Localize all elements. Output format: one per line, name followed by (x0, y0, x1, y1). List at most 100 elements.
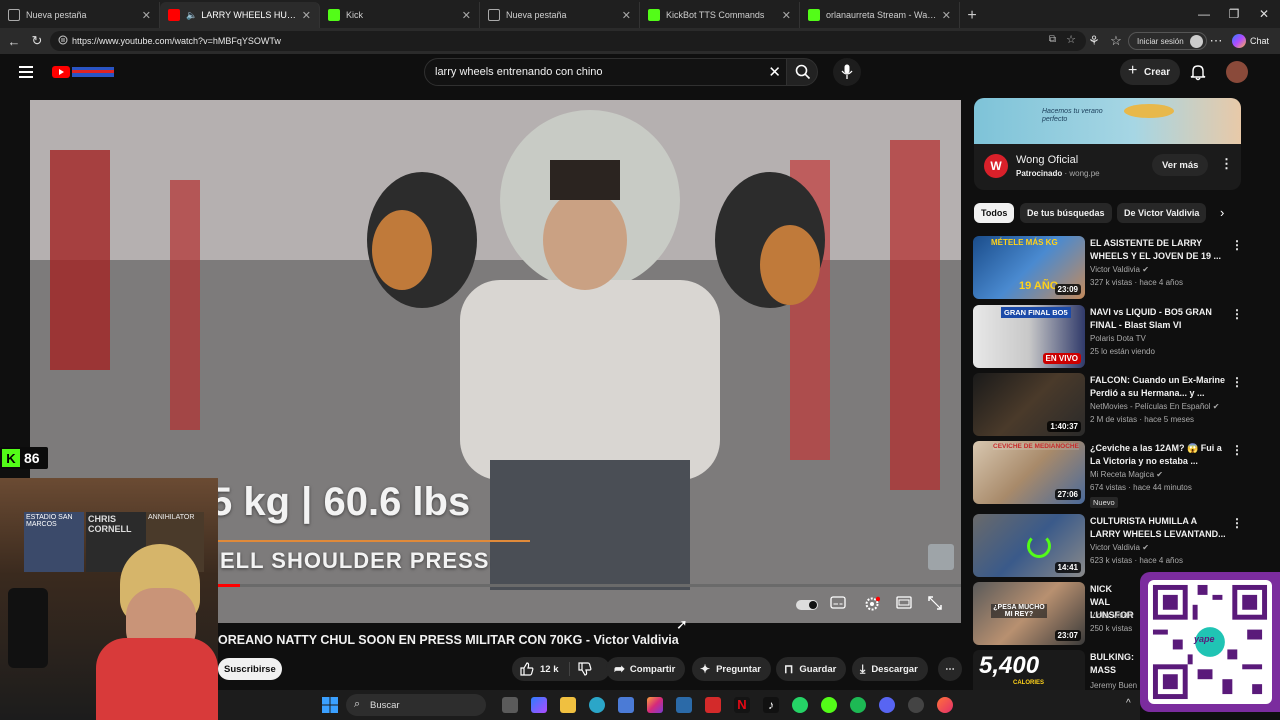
search-button[interactable] (786, 58, 818, 86)
more-vertical-icon[interactable]: ⋮ (1231, 375, 1243, 389)
video-thumbnail[interactable]: ¿PESA MUCHO MI REY? 23:07 (973, 582, 1085, 645)
recommendation-item[interactable]: CEVICHE DE MEDIANOCHE 27:06 ¿Ceviche a l… (973, 441, 1243, 508)
browser-tab-active[interactable]: 🔈 LARRY WHEELS HUMILLA AL CHINO ✕ (160, 2, 320, 28)
whatsapp-icon[interactable] (792, 697, 808, 713)
minimize-button[interactable]: — (1188, 0, 1220, 28)
channel-watermark[interactable] (928, 544, 954, 570)
recommendation-item[interactable]: 1:40:37 FALCON: Cuando un Ex-Marine Perd… (973, 373, 1243, 437)
sign-in-button[interactable]: Iniciar sesión (1128, 32, 1207, 50)
tiktok-icon[interactable]: ♪ (763, 697, 779, 713)
copilot-icon[interactable] (531, 697, 547, 713)
fullscreen-icon[interactable] (928, 596, 950, 614)
browser-tab[interactable]: Kick ✕ (320, 2, 480, 28)
video-thumbnail[interactable]: 1:40:37 (973, 373, 1085, 436)
like-count: 12 k (540, 663, 559, 675)
edge-icon[interactable] (589, 697, 605, 713)
firefox-icon[interactable] (937, 697, 953, 713)
close-icon[interactable]: ✕ (142, 9, 151, 22)
chip-from-searches[interactable]: De tus búsquedas (1020, 203, 1112, 223)
app-icon[interactable] (676, 697, 692, 713)
recommendation-item[interactable]: 14:41 CULTURISTA HUMILLA A LARRY WHEELS … (973, 514, 1243, 578)
dislike-button[interactable] (570, 662, 600, 676)
like-button[interactable]: 12 k (512, 662, 570, 676)
taskbar-search[interactable]: ⌕ Buscar (346, 694, 486, 716)
voice-search-button[interactable] (833, 58, 861, 86)
autoplay-toggle[interactable] (796, 596, 818, 614)
sign-in-label: Iniciar sesión (1137, 36, 1184, 46)
more-vertical-icon[interactable]: ⋮ (1231, 307, 1243, 321)
browser-tab[interactable]: Nueva pestaña ✕ (480, 2, 640, 28)
more-vertical-icon[interactable]: ⋮ (1231, 238, 1243, 252)
kick-app-icon[interactable] (821, 697, 837, 713)
app-icon[interactable] (705, 697, 721, 713)
hamburger-menu-icon[interactable] (19, 66, 33, 78)
browser-tab[interactable]: Nueva pestaña ✕ (0, 2, 160, 28)
copilot-chat-button[interactable]: Chat (1232, 32, 1269, 50)
subtitles-icon[interactable] (830, 596, 852, 614)
more-vertical-icon[interactable]: ⋮ (1231, 516, 1243, 530)
account-avatar[interactable] (1226, 61, 1248, 83)
settings-gear-icon[interactable] (864, 596, 886, 614)
chip-from-channel[interactable]: De Victor Valdivia (1117, 203, 1207, 223)
video-thumbnail[interactable]: CEVICHE DE MEDIANOCHE 27:06 (973, 441, 1085, 504)
video-thumbnail[interactable]: 5,400 CALORIES (973, 650, 1085, 690)
sponsored-ad-card[interactable]: Hacemos tu verano perfecto W Wong Oficia… (974, 98, 1241, 190)
favorites-icon[interactable]: ☆ (1106, 31, 1126, 51)
tray-chevron-icon[interactable]: ^ (1126, 698, 1131, 709)
netflix-icon[interactable]: N (734, 697, 750, 713)
search-input[interactable]: larry wheels entrenando con chino ✕ (424, 58, 790, 86)
close-icon[interactable]: ✕ (462, 9, 471, 22)
miniplayer-icon[interactable] (896, 596, 918, 614)
maximize-button[interactable]: ❐ (1218, 0, 1250, 28)
chevron-right-icon[interactable]: › (1220, 205, 1224, 220)
recommendation-item[interactable]: MÉTELE MÁS KG 19 AÑO 23:09 EL ASISTENTE … (973, 236, 1243, 300)
close-icon[interactable]: ✕ (302, 9, 311, 22)
download-button[interactable]: ⤓ Descargar (852, 657, 928, 681)
video-thumbnail[interactable]: MÉTELE MÁS KG 19 AÑO 23:09 (973, 236, 1085, 299)
store-icon[interactable] (618, 697, 634, 713)
recommendation-item[interactable]: GRAN FINAL BO5 EN VIVO NAVI vs LIQUID - … (973, 305, 1243, 369)
new-tab-button[interactable]: + (960, 4, 984, 28)
notifications-bell-icon[interactable] (1190, 63, 1206, 81)
browser-tab[interactable]: orlanaurreta Stream - Watch Live on Kick… (800, 2, 960, 28)
video-meta: 623 k vistas · hace 4 años (1090, 556, 1183, 565)
task-view-icon[interactable] (502, 697, 518, 713)
instagram-icon[interactable] (647, 697, 663, 713)
close-icon[interactable]: ✕ (942, 9, 951, 22)
clear-search-icon[interactable]: ✕ (768, 63, 781, 81)
menu-dots-icon[interactable]: ⋯ (1206, 31, 1226, 51)
install-app-icon[interactable]: ⧉ (1049, 34, 1056, 45)
windows-start-icon[interactable] (322, 697, 338, 713)
extensions-icon[interactable]: ⚘ (1084, 31, 1104, 51)
speaker-icon[interactable]: 🔈 (186, 10, 197, 21)
ad-menu-icon[interactable]: ⋮ (1220, 156, 1233, 172)
thumbnail-text: 5,400 (979, 652, 1040, 679)
video-thumbnail[interactable]: GRAN FINAL BO5 EN VIVO (973, 305, 1085, 368)
chip-all[interactable]: Todos (974, 203, 1015, 223)
address-bar[interactable]: https://www.youtube.com/watch?v=hMBFqYSO… (50, 31, 1086, 51)
spotify-icon[interactable] (850, 697, 866, 713)
window-close-button[interactable]: ✕ (1248, 0, 1280, 28)
save-button[interactable]: ⊓ Guardar (776, 657, 847, 681)
share-button[interactable]: ➦ Compartir (606, 657, 686, 681)
file-explorer-icon[interactable] (560, 697, 576, 713)
obs-icon[interactable] (908, 697, 924, 713)
back-button[interactable]: ← (4, 31, 24, 51)
close-icon[interactable]: ✕ (782, 9, 791, 22)
ad-banner-image[interactable]: Hacemos tu verano perfecto (974, 98, 1241, 144)
url-text: https://www.youtube.com/watch?v=hMBFqYSO… (72, 36, 281, 46)
youtube-logo[interactable] (52, 65, 116, 79)
create-button[interactable]: + Crear (1120, 59, 1181, 85)
bookmark-star-icon[interactable]: ☆ (1066, 33, 1076, 46)
ad-cta-button[interactable]: Ver más (1152, 154, 1209, 176)
more-actions-button[interactable]: ⋯ (938, 657, 962, 681)
subscribe-button[interactable]: Suscribirse (218, 658, 282, 680)
site-info-icon[interactable] (58, 35, 68, 45)
more-vertical-icon[interactable]: ⋮ (1231, 443, 1243, 457)
discord-icon[interactable] (879, 697, 895, 713)
browser-tab[interactable]: KickBot TTS Commands ✕ (640, 2, 800, 28)
video-thumbnail[interactable]: 14:41 (973, 514, 1085, 577)
close-icon[interactable]: ✕ (622, 9, 631, 22)
ask-button[interactable]: ✦ Preguntar (692, 657, 771, 681)
reload-button[interactable]: ↻ (27, 31, 47, 51)
